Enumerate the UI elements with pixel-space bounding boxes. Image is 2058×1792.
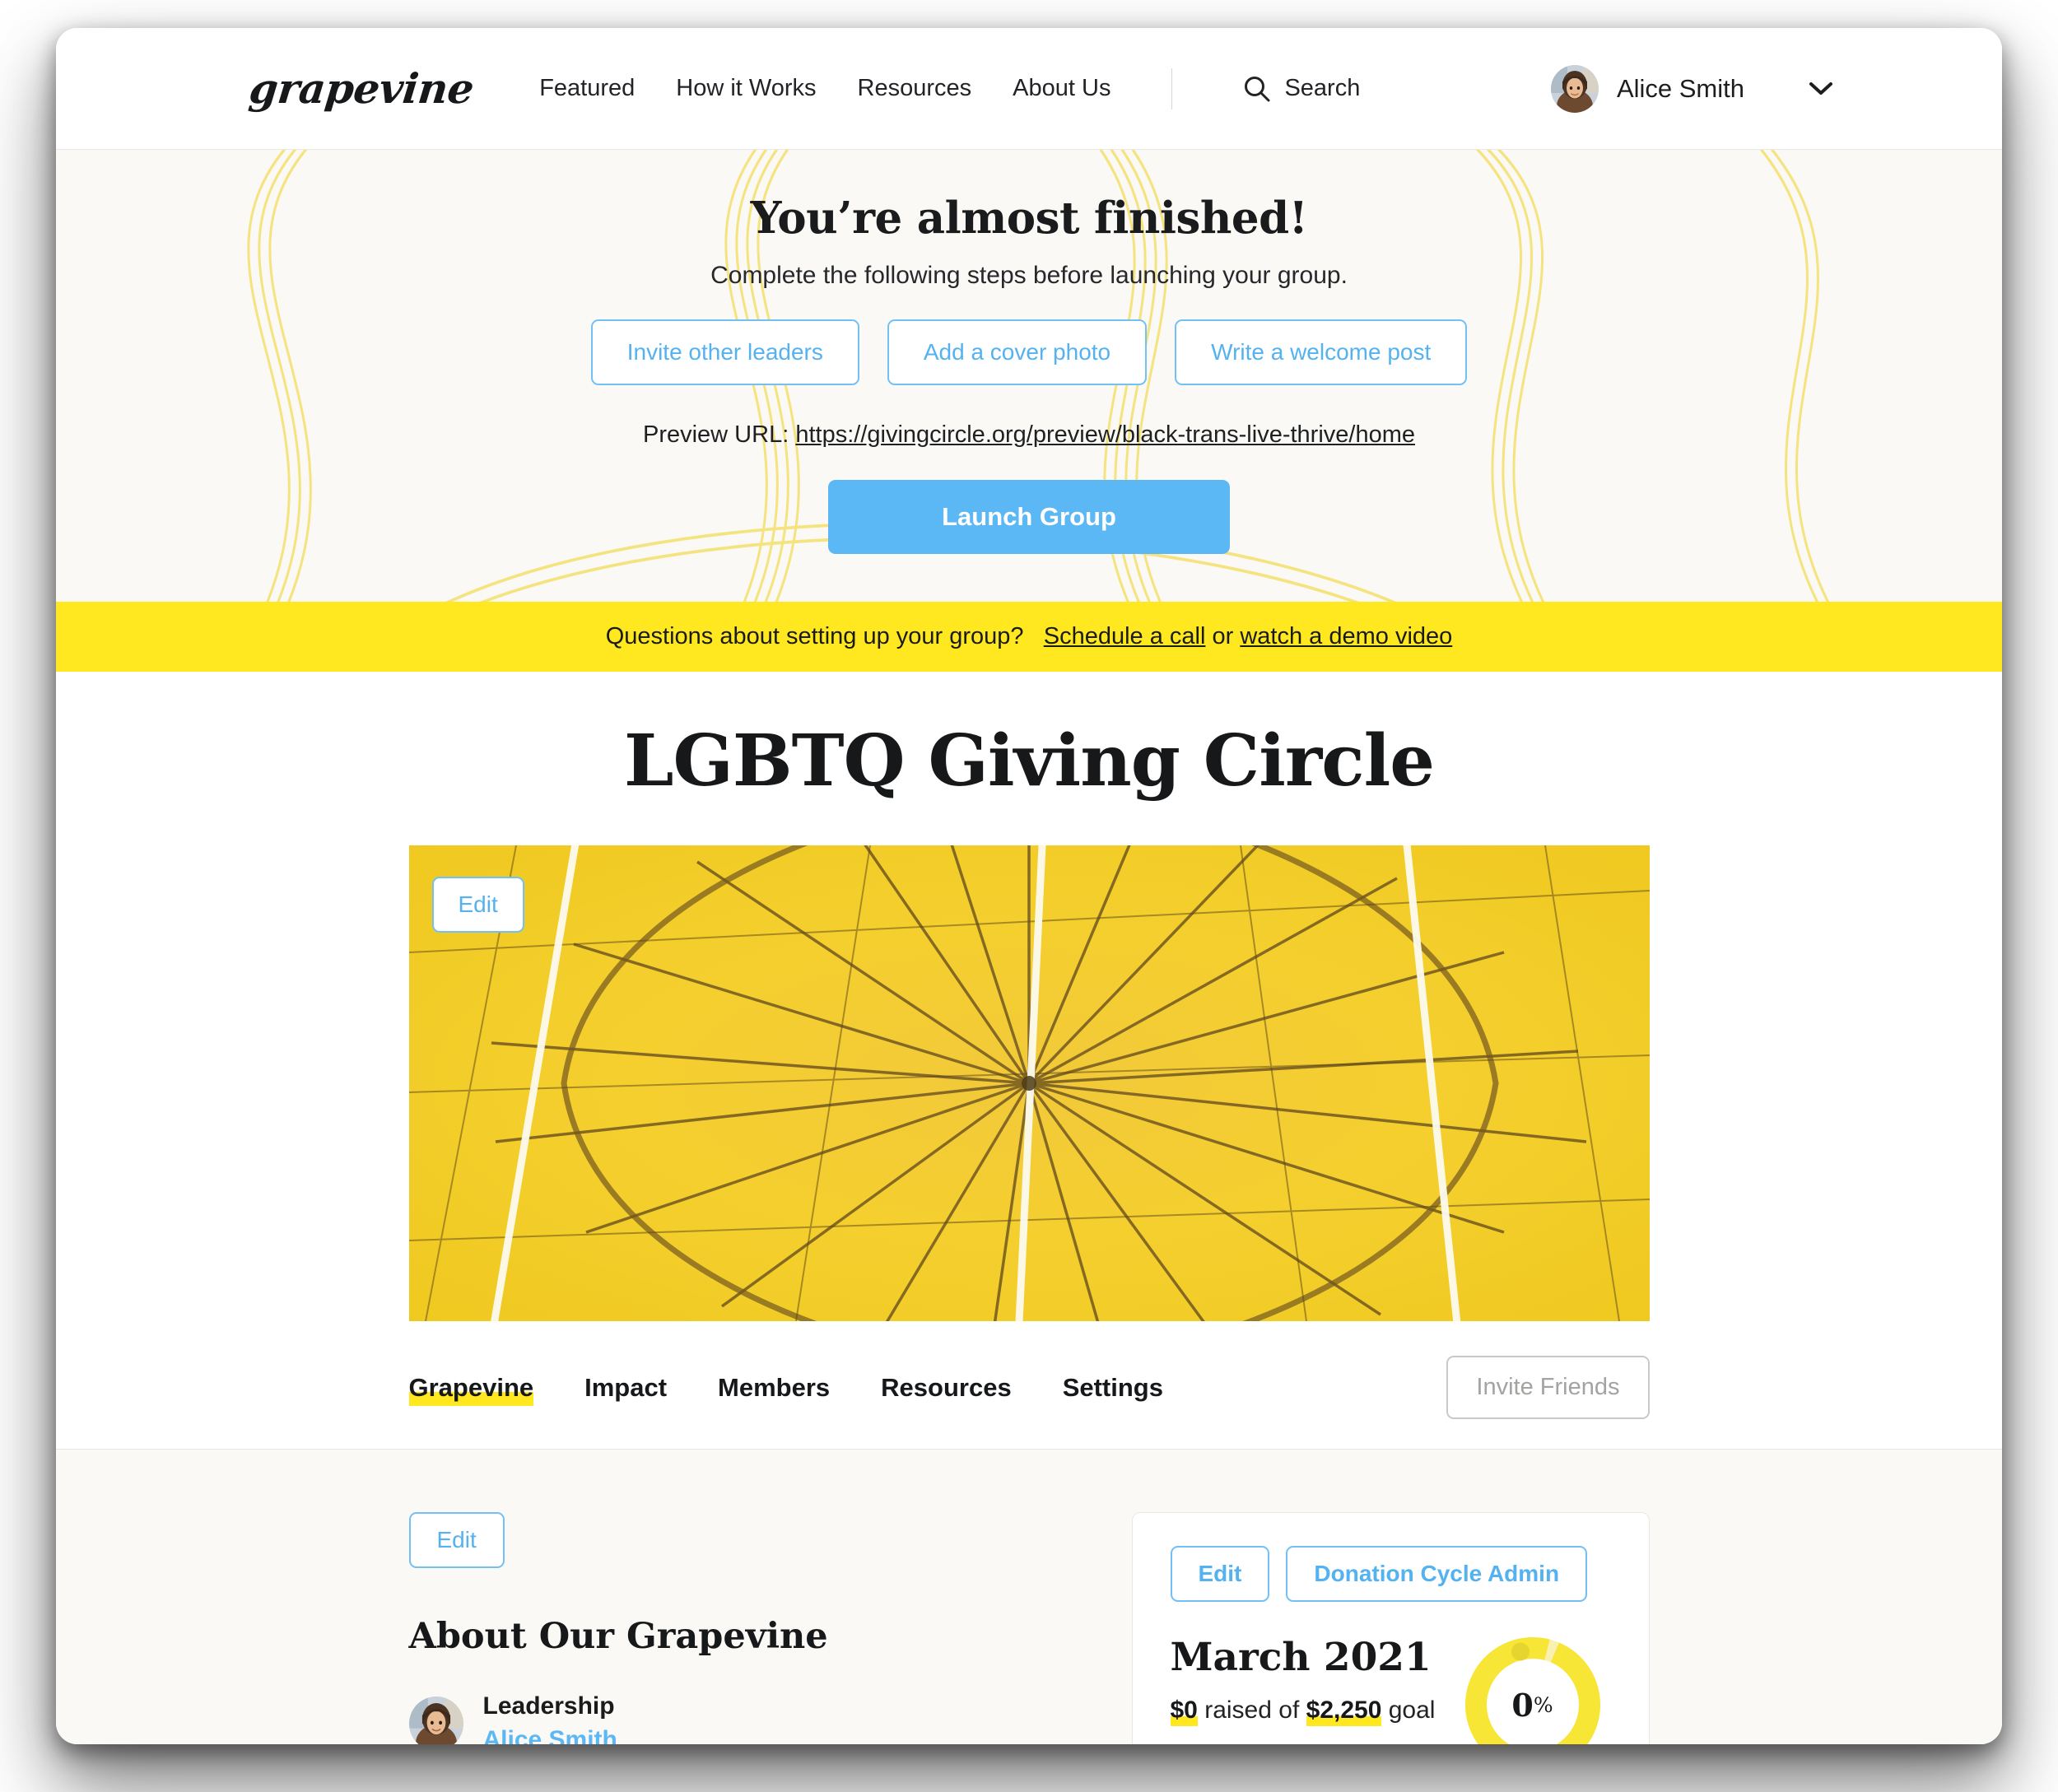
raised-mid-text: raised of [1204, 1697, 1300, 1724]
chevron-down-icon [1809, 82, 1832, 95]
edit-cover-photo-button[interactable]: Edit [431, 877, 524, 933]
invite-friends-button[interactable]: Invite Friends [1446, 1356, 1650, 1419]
primary-nav-links: Featured How it Works Resources About Us… [539, 67, 1360, 109]
donation-progress-section: March 2021 $0 raised of $2,250 goal 12 d… [1170, 1635, 1611, 1744]
nav-link-how-it-works[interactable]: How it Works [676, 75, 816, 102]
raised-amount: $0 [1170, 1697, 1198, 1724]
tab-members[interactable]: Members [718, 1373, 830, 1403]
days-to-go-suffix: days to go [1204, 1741, 1318, 1744]
search-label: Search [1284, 75, 1361, 101]
tab-grapevine[interactable]: Grapevine [408, 1372, 534, 1403]
donut-percent-label: 0% [1463, 1635, 1603, 1744]
watch-demo-video-link[interactable]: watch a demo video [1240, 623, 1452, 649]
user-name-label: Alice Smith [1616, 73, 1744, 103]
days-to-go-count: 12 [1170, 1741, 1198, 1744]
preview-url-link[interactable]: https://givingcircle.org/preview/black-t… [795, 421, 1415, 448]
nav-link-featured[interactable]: Featured [539, 75, 635, 102]
donut-percent-sign: % [1533, 1692, 1553, 1717]
content-grid: Edit About Our Grapevine Leadership Alic… [408, 1512, 1650, 1744]
help-bar: Questions about setting up your group? S… [56, 602, 2002, 672]
tab-resources[interactable]: Resources [881, 1373, 1012, 1403]
write-welcome-post-button[interactable]: Write a welcome post [1175, 319, 1468, 385]
about-column: Edit About Our Grapevine Leadership Alic… [408, 1512, 1059, 1744]
leadership-text: Leadership Alice Smith [483, 1690, 617, 1744]
goal-suffix-text: goal [1388, 1697, 1436, 1724]
edit-about-button[interactable]: Edit [408, 1512, 505, 1568]
nav-link-resources[interactable]: Resources [858, 75, 972, 102]
nav-link-about-us[interactable]: About Us [1013, 75, 1110, 102]
schedule-a-call-link[interactable]: Schedule a call [1044, 623, 1206, 649]
preview-url-label: Preview URL: [642, 421, 789, 448]
group-content: Edit About Our Grapevine Leadership Alic… [56, 1450, 2002, 1744]
onboarding-title: You’re almost finished! [750, 193, 1308, 244]
donation-card-actions: Edit Donation Cycle Admin [1170, 1546, 1611, 1602]
help-conjunction: or [1212, 623, 1234, 649]
donation-cycle-month: March 2021 [1170, 1635, 1432, 1680]
search-button[interactable]: Search [1243, 75, 1360, 103]
invite-other-leaders-button[interactable]: Invite other leaders [590, 319, 859, 385]
onboarding-banner: You’re almost finished! Complete the fol… [56, 150, 2002, 602]
preview-url-row: Preview URL: https://givingcircle.org/pr… [56, 421, 2002, 449]
donut-percent-value: 0 [1511, 1686, 1534, 1724]
leader-avatar [408, 1696, 463, 1744]
donation-stats: March 2021 $0 raised of $2,250 goal 12 d… [1170, 1635, 1463, 1744]
page-viewport: grapevine Featured How it Works Resource… [56, 28, 2002, 1744]
donation-column: Edit Donation Cycle Admin March 2021 $0 … [1131, 1512, 1650, 1744]
group-header: LGBTQ Giving Circle Edit Grapevine Impac… [56, 672, 2002, 1450]
donation-cycle-card: Edit Donation Cycle Admin March 2021 $0 … [1131, 1512, 1650, 1744]
goal-amount: $2,250 [1306, 1697, 1382, 1724]
raised-line: $0 raised of $2,250 goal [1170, 1697, 1463, 1725]
onboarding-steps: Invite other leaders Add a cover photo W… [56, 319, 2002, 385]
leadership-row: Leadership Alice Smith [408, 1690, 1059, 1744]
search-icon [1245, 76, 1270, 101]
days-to-go-line: 12 days to go [1170, 1741, 1463, 1744]
grapevine-logo[interactable]: grapevine [247, 64, 476, 113]
onboarding-subtitle: Complete the following steps before laun… [710, 262, 1348, 289]
browser-window: grapevine Featured How it Works Resource… [56, 28, 2002, 1744]
tab-settings[interactable]: Settings [1063, 1373, 1163, 1403]
leader-name-link[interactable]: Alice Smith [483, 1724, 617, 1745]
about-heading: About Our Grapevine [408, 1616, 828, 1657]
page-title: LGBTQ Giving Circle [624, 719, 1435, 803]
help-question: Questions about setting up your group? [605, 623, 1024, 649]
top-navigation-bar: grapevine Featured How it Works Resource… [56, 28, 2002, 150]
cover-photo-image [408, 845, 1650, 1321]
add-cover-photo-button[interactable]: Add a cover photo [887, 319, 1148, 385]
leader-avatar-image [408, 1696, 463, 1744]
tab-impact[interactable]: Impact [584, 1373, 667, 1403]
cover-photo: Edit [408, 845, 1650, 1321]
avatar-image [1550, 64, 1599, 113]
donation-cycle-admin-button[interactable]: Donation Cycle Admin [1286, 1546, 1588, 1602]
onboarding-content: You’re almost finished! Complete the fol… [56, 193, 2002, 554]
nav-divider [1171, 67, 1173, 109]
edit-donation-button[interactable]: Edit [1170, 1546, 1270, 1602]
avatar [1550, 64, 1599, 113]
progress-donut-chart: 0% [1463, 1635, 1603, 1744]
group-tab-bar: Grapevine Impact Members Resources Setti… [408, 1321, 1650, 1449]
launch-group-button[interactable]: Launch Group [828, 480, 1230, 554]
leadership-label: Leadership [482, 1692, 615, 1720]
user-menu[interactable]: Alice Smith [1550, 64, 1833, 113]
